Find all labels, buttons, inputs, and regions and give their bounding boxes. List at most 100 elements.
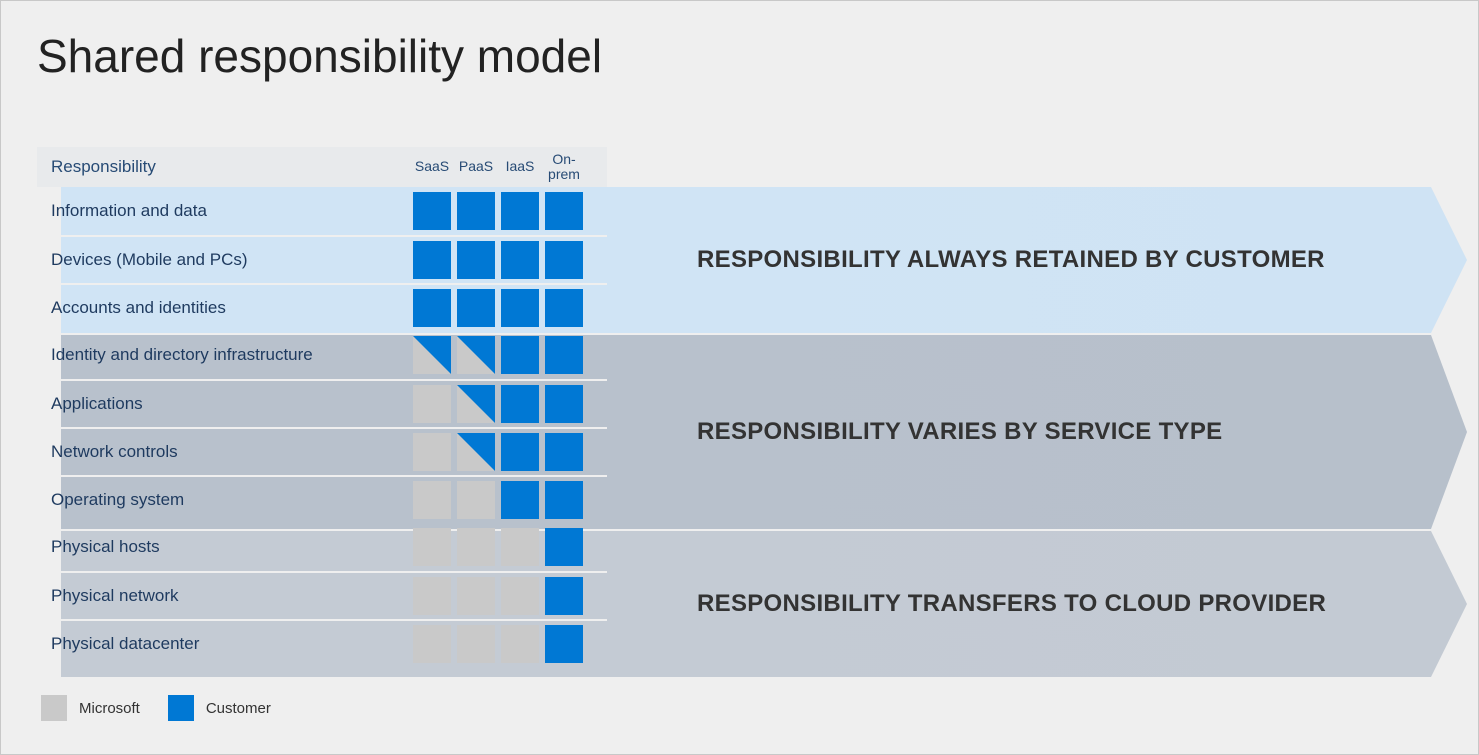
swatch-microsoft-icon bbox=[41, 695, 67, 721]
customer-square-icon bbox=[457, 289, 495, 327]
microsoft-square-icon bbox=[413, 481, 451, 519]
band-label: RESPONSIBILITY ALWAYS RETAINED BY CUSTOM… bbox=[697, 246, 1325, 274]
table-row: Physical network bbox=[37, 571, 607, 619]
customer-square-icon bbox=[545, 528, 583, 566]
matrix-cell bbox=[413, 625, 451, 663]
shared-square-icon bbox=[457, 336, 495, 374]
customer-square-icon bbox=[501, 289, 539, 327]
matrix-cell bbox=[413, 528, 451, 566]
legend-microsoft: Microsoft bbox=[41, 695, 140, 721]
matrix-cell bbox=[413, 336, 451, 374]
table-row: Information and data bbox=[37, 187, 607, 235]
microsoft-square-icon bbox=[413, 385, 451, 423]
customer-square-icon bbox=[545, 625, 583, 663]
row-label: Applications bbox=[37, 394, 407, 414]
col-iaas: IaaS bbox=[501, 147, 539, 187]
row-label: Information and data bbox=[37, 201, 407, 221]
shared-square-icon bbox=[457, 433, 495, 471]
table-row: Operating system bbox=[37, 475, 607, 523]
table-row: Applications bbox=[37, 379, 607, 427]
matrix-cell bbox=[501, 241, 539, 279]
customer-square-icon bbox=[501, 192, 539, 230]
customer-square-icon bbox=[501, 481, 539, 519]
microsoft-square-icon bbox=[413, 625, 451, 663]
table-row: Identity and directory infrastructure bbox=[37, 331, 607, 379]
matrix-cell bbox=[413, 289, 451, 327]
matrix-cell bbox=[501, 481, 539, 519]
microsoft-square-icon bbox=[457, 625, 495, 663]
matrix-cell bbox=[457, 528, 495, 566]
matrix-cell bbox=[413, 481, 451, 519]
matrix-cell bbox=[457, 289, 495, 327]
col-paas: PaaS bbox=[457, 147, 495, 187]
row-label: Physical network bbox=[37, 586, 407, 606]
matrix-cell bbox=[413, 433, 451, 471]
band-label: RESPONSIBILITY TRANSFERS TO CLOUD PROVID… bbox=[697, 590, 1326, 618]
matrix-cell bbox=[545, 289, 583, 327]
matrix-cell bbox=[501, 433, 539, 471]
band-label: RESPONSIBILITY VARIES BY SERVICE TYPE bbox=[697, 418, 1222, 446]
legend-label: Customer bbox=[206, 700, 271, 717]
matrix-cell bbox=[545, 528, 583, 566]
microsoft-square-icon bbox=[501, 577, 539, 615]
matrix-cell bbox=[545, 192, 583, 230]
customer-square-icon bbox=[413, 289, 451, 327]
row-label: Network controls bbox=[37, 442, 407, 462]
table-row: Accounts and identities bbox=[37, 283, 607, 331]
table-row: Physical datacenter bbox=[37, 619, 607, 667]
matrix-cell bbox=[413, 577, 451, 615]
matrix-cell bbox=[413, 192, 451, 230]
legend-label: Microsoft bbox=[79, 700, 140, 717]
customer-square-icon bbox=[501, 433, 539, 471]
matrix-cell bbox=[457, 433, 495, 471]
matrix-cell bbox=[545, 385, 583, 423]
customer-square-icon bbox=[545, 385, 583, 423]
shared-square-icon bbox=[457, 385, 495, 423]
matrix-cell bbox=[545, 577, 583, 615]
arrowhead-icon bbox=[1431, 187, 1467, 333]
customer-square-icon bbox=[457, 192, 495, 230]
microsoft-square-icon bbox=[457, 481, 495, 519]
table-row: Network controls bbox=[37, 427, 607, 475]
table-row: Physical hosts bbox=[37, 523, 607, 571]
customer-square-icon bbox=[545, 433, 583, 471]
matrix-cell bbox=[501, 192, 539, 230]
matrix-cell bbox=[457, 481, 495, 519]
matrix-cell bbox=[545, 433, 583, 471]
matrix-cell bbox=[457, 577, 495, 615]
customer-square-icon bbox=[501, 336, 539, 374]
matrix-cell bbox=[501, 336, 539, 374]
customer-square-icon bbox=[545, 241, 583, 279]
customer-square-icon bbox=[545, 336, 583, 374]
matrix-cell bbox=[457, 385, 495, 423]
customer-square-icon bbox=[545, 289, 583, 327]
col-saas: SaaS bbox=[413, 147, 451, 187]
customer-square-icon bbox=[501, 241, 539, 279]
matrix-cell bbox=[457, 625, 495, 663]
legend-customer: Customer bbox=[168, 695, 271, 721]
row-label: Devices (Mobile and PCs) bbox=[37, 250, 407, 270]
customer-square-icon bbox=[545, 481, 583, 519]
arrowhead-icon bbox=[1431, 335, 1467, 529]
microsoft-square-icon bbox=[501, 528, 539, 566]
matrix-cell bbox=[413, 385, 451, 423]
shared-responsibility-diagram: RESPONSIBILITY ALWAYS RETAINED BY CUSTOM… bbox=[37, 147, 1442, 647]
matrix-cell bbox=[501, 625, 539, 663]
microsoft-square-icon bbox=[457, 577, 495, 615]
matrix-cell bbox=[501, 385, 539, 423]
row-label: Accounts and identities bbox=[37, 298, 407, 318]
microsoft-square-icon bbox=[413, 528, 451, 566]
matrix-cell bbox=[501, 289, 539, 327]
arrowhead-icon bbox=[1431, 531, 1467, 677]
table-row: Devices (Mobile and PCs) bbox=[37, 235, 607, 283]
microsoft-square-icon bbox=[413, 433, 451, 471]
matrix-cell bbox=[545, 336, 583, 374]
matrix-cell bbox=[457, 336, 495, 374]
customer-square-icon bbox=[545, 577, 583, 615]
customer-square-icon bbox=[545, 192, 583, 230]
row-label: Operating system bbox=[37, 490, 407, 510]
matrix-cell bbox=[545, 481, 583, 519]
table-header: Responsibility SaaS PaaS IaaS On- prem bbox=[37, 147, 607, 187]
microsoft-square-icon bbox=[457, 528, 495, 566]
row-label: Identity and directory infrastructure bbox=[37, 345, 407, 365]
